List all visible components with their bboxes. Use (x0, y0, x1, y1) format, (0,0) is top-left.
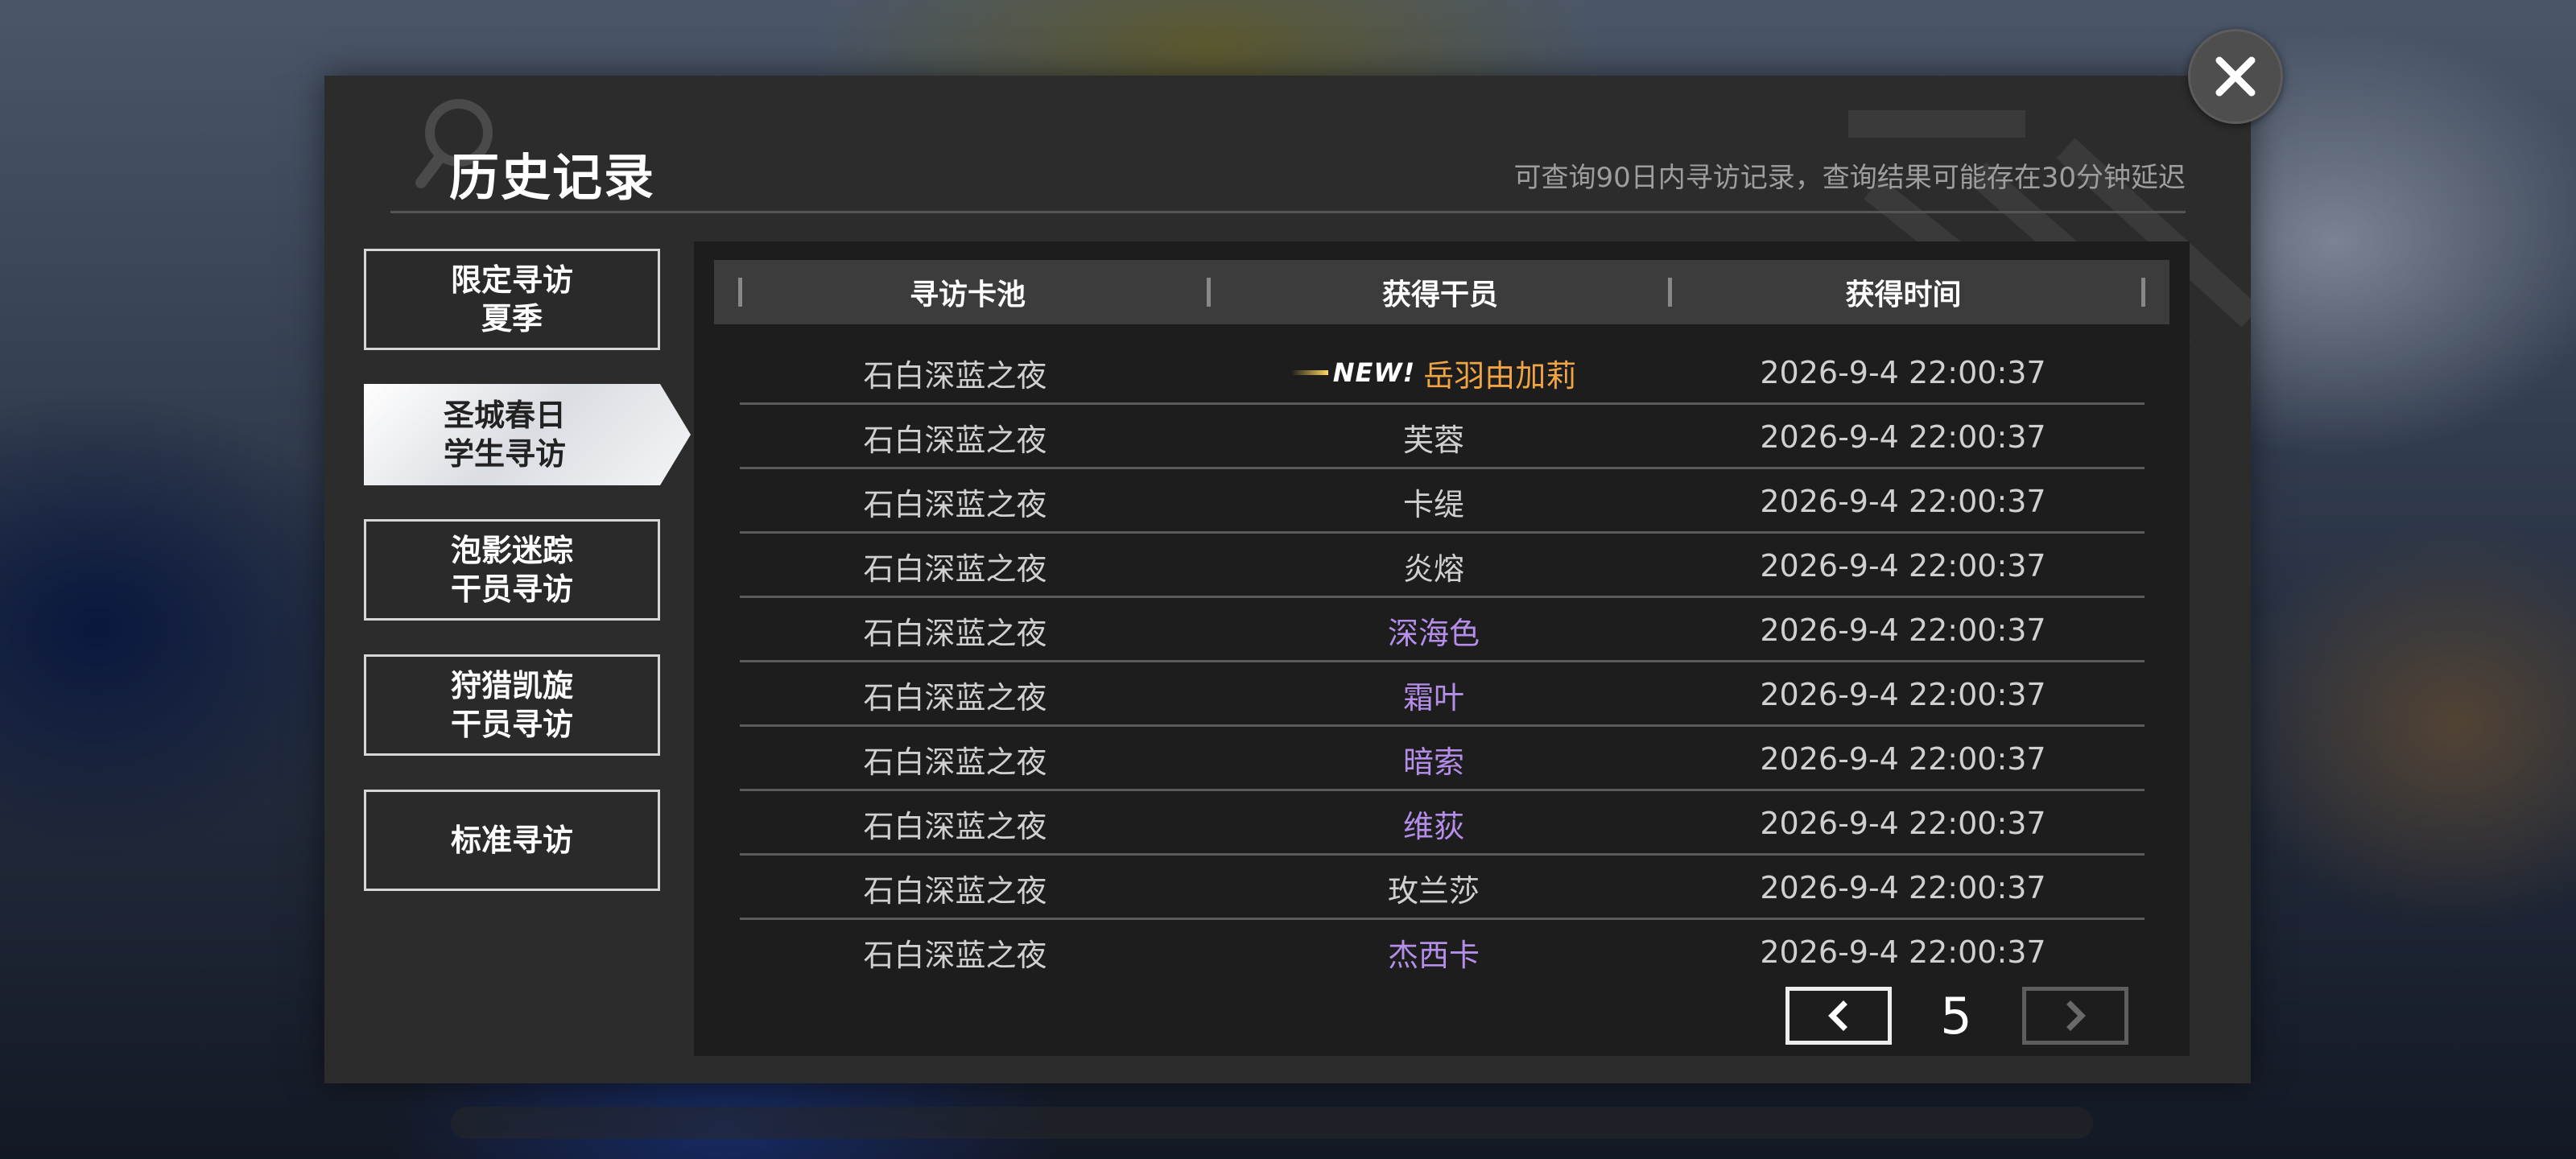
operator-name: 暗索 (1402, 744, 1464, 780)
cell-operator: 深海色 (1208, 598, 1659, 662)
cell-time: 2026-9-4 22:00:37 (1760, 934, 2046, 970)
cell-pool: 石白深蓝之夜 (863, 872, 1047, 909)
operator-name: 炎熔 (1402, 551, 1464, 587)
cell-operator: 霜叶 (1208, 662, 1659, 727)
history-table: 寻访卡池 获得干员 获得时间 石白深蓝之夜 NEW! 岳羽由加莉 2026-9-4 2… (694, 241, 2190, 1056)
cell-operator: 炎熔 (1208, 534, 1659, 598)
column-header-operator: 获得干员 (1381, 278, 1498, 311)
cell-pool: 石白深蓝之夜 (863, 615, 1047, 651)
table-row: 石白深蓝之夜 深海色 2026-9-4 22:00:37 (740, 598, 2145, 662)
cell-time: 2026-9-4 22:00:37 (1760, 612, 2046, 648)
table-row: 石白深蓝之夜 芙蓉 2026-9-4 22:00:37 (740, 405, 2145, 469)
tab-label: 狩猎凯旋 干员寻访 (450, 668, 573, 742)
header-divider (390, 211, 2186, 213)
tab-label: 泡影迷踪 干员寻访 (450, 533, 573, 607)
tab-standard[interactable]: 标准寻访 (364, 790, 660, 891)
dialog-header: 历史记录 可查询90日内寻访记录，查询结果可能存在30分钟延迟 (390, 93, 2186, 215)
table-row: 石白深蓝之夜 卡缇 2026-9-4 22:00:37 (740, 469, 2145, 534)
cell-pool: 石白深蓝之夜 (863, 551, 1047, 587)
operator-name: 芙蓉 (1402, 422, 1464, 458)
tab-bubble-illusion[interactable]: 泡影迷踪 干员寻访 (364, 519, 660, 621)
cell-time: 2026-9-4 22:00:37 (1760, 806, 2046, 841)
operator-name: 维荻 (1402, 808, 1464, 844)
table-row: 石白深蓝之夜 玫兰莎 2026-9-4 22:00:37 (740, 856, 2145, 920)
chevron-left-icon (1828, 1000, 1847, 1031)
current-page-number: 5 (1940, 986, 1972, 1046)
cell-operator: NEW! 岳羽由加莉 (1208, 340, 1659, 405)
operator-name: 杰西卡 (1387, 937, 1480, 973)
tab-label: 限定寻访 夏季 (450, 262, 573, 336)
table-row: 石白深蓝之夜 炎熔 2026-9-4 22:00:37 (740, 534, 2145, 598)
cell-operator: 杰西卡 (1208, 920, 1659, 984)
cell-time: 2026-9-4 22:00:37 (1760, 355, 2046, 390)
column-header-pool: 寻访卡池 (909, 278, 1026, 311)
cell-pool: 石白深蓝之夜 (863, 744, 1047, 780)
table-row: 石白深蓝之夜 暗索 2026-9-4 22:00:37 (740, 727, 2145, 791)
new-badge-label: NEW! (1332, 357, 1416, 388)
cell-time: 2026-9-4 22:00:37 (1760, 741, 2046, 777)
query-hint-text: 可查询90日内寻访记录，查询结果可能存在30分钟延迟 (1513, 162, 2186, 194)
cell-time: 2026-9-4 22:00:37 (1760, 484, 2046, 519)
cell-operator: 暗索 (1208, 727, 1659, 791)
cell-operator: 卡缇 (1208, 469, 1659, 534)
prev-page-button[interactable] (1785, 987, 1892, 1045)
table-row: 石白深蓝之夜 维荻 2026-9-4 22:00:37 (740, 791, 2145, 856)
cell-time: 2026-9-4 22:00:37 (1760, 870, 2046, 905)
tab-hunting-triumph[interactable]: 狩猎凯旋 干员寻访 (364, 654, 660, 756)
cell-operator: 玫兰莎 (1208, 856, 1659, 920)
tab-holy-city-spring[interactable]: 圣城春日 学生寻访 (364, 384, 691, 485)
cell-pool: 石白深蓝之夜 (863, 357, 1047, 394)
operator-name: 岳羽由加莉 (1423, 357, 1577, 394)
new-badge: NEW! (1290, 357, 1416, 388)
cell-pool: 石白深蓝之夜 (863, 808, 1047, 844)
page-title: 历史记录 (449, 148, 656, 207)
cell-pool: 石白深蓝之夜 (863, 679, 1047, 716)
cell-time: 2026-9-4 22:00:37 (1760, 677, 2046, 712)
tab-label: 标准寻访 (450, 823, 573, 858)
operator-name: 霜叶 (1402, 679, 1464, 716)
close-button[interactable] (2188, 29, 2283, 124)
cell-pool: 石白深蓝之夜 (863, 422, 1047, 458)
table-row: 石白深蓝之夜 杰西卡 2026-9-4 22:00:37 (740, 920, 2145, 984)
new-badge-streak (1290, 370, 1328, 375)
header-separator (2141, 278, 2145, 307)
cell-pool: 石白深蓝之夜 (863, 486, 1047, 522)
operator-name: 玫兰莎 (1387, 872, 1480, 909)
cell-operator: 维荻 (1208, 791, 1659, 856)
tab-limited-summer[interactable]: 限定寻访 夏季 (364, 249, 660, 350)
next-page-button[interactable] (2022, 987, 2128, 1045)
operator-name: 卡缇 (1402, 486, 1464, 522)
close-icon (2215, 56, 2256, 97)
cell-operator: 芙蓉 (1208, 405, 1659, 469)
operator-name: 深海色 (1387, 615, 1480, 651)
tab-label: 圣城春日 学生寻访 (444, 398, 567, 472)
background-status-strip (451, 1107, 2093, 1139)
chevron-right-icon (2066, 1000, 2086, 1031)
table-row: 石白深蓝之夜 NEW! 岳羽由加莉 2026-9-4 22:00:37 (740, 340, 2145, 405)
table-row: 石白深蓝之夜 霜叶 2026-9-4 22:00:37 (740, 662, 2145, 727)
cell-time: 2026-9-4 22:00:37 (1760, 548, 2046, 584)
cell-time: 2026-9-4 22:00:37 (1760, 419, 2046, 455)
cell-pool: 石白深蓝之夜 (863, 937, 1047, 973)
column-header-time: 获得时间 (1845, 278, 1962, 311)
table-header: 寻访卡池 获得干员 获得时间 (714, 260, 2169, 324)
